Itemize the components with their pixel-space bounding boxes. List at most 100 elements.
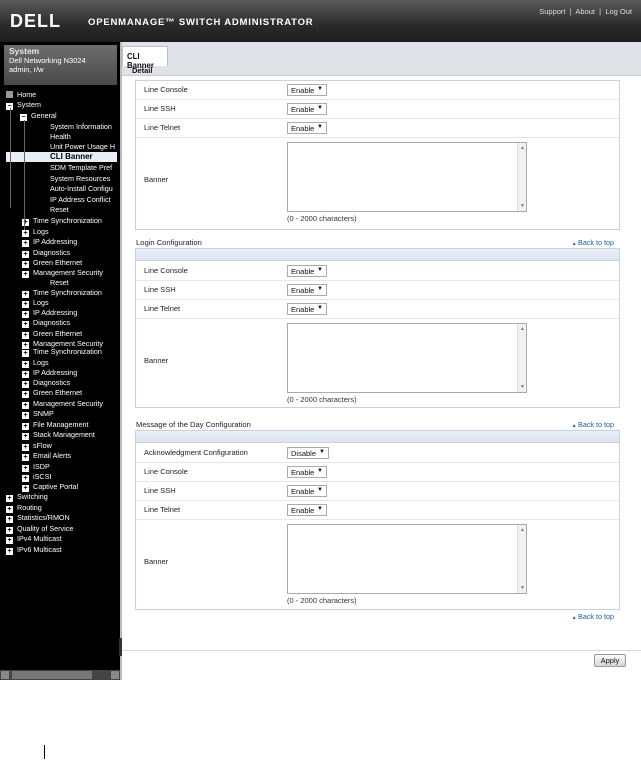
tree-item[interactable]: + IPv4 Multicast: [6, 534, 62, 544]
expand-icon[interactable]: +: [22, 291, 29, 298]
textarea-scrollbar[interactable]: ▲ ▼: [517, 324, 526, 392]
expand-icon[interactable]: +: [22, 412, 29, 419]
scroll-up-icon[interactable]: ▲: [520, 326, 525, 332]
expand-icon[interactable]: +: [22, 433, 29, 440]
tree-item[interactable]: + Time Synchronization: [22, 216, 102, 226]
tree-item[interactable]: + sFlow: [22, 441, 52, 451]
expand-icon[interactable]: +: [6, 537, 13, 544]
mode-select[interactable]: Enable ▼: [287, 84, 327, 96]
banner-textarea[interactable]: ▲ ▼: [287, 524, 527, 594]
tree-item[interactable]: + Green Ethernet: [22, 258, 82, 268]
tree-item[interactable]: + Routing: [6, 503, 42, 513]
tree-item[interactable]: + Diagnostics: [22, 318, 70, 328]
expand-icon[interactable]: +: [22, 301, 29, 308]
scroll-down-icon[interactable]: ▼: [520, 585, 525, 591]
textarea-scrollbar[interactable]: ▲ ▼: [517, 525, 526, 593]
expand-icon[interactable]: +: [6, 527, 13, 534]
back-to-top-link[interactable]: ▲ Back to top: [572, 238, 614, 247]
logout-link[interactable]: Log Out: [605, 7, 632, 16]
mode-select[interactable]: Disable ▼: [287, 447, 329, 459]
tree-item[interactable]: SDM Template Pref: [50, 163, 112, 173]
tree-item[interactable]: + Green Ethernet: [22, 388, 82, 398]
back-to-top-link[interactable]: ▲ Back to top: [572, 420, 614, 429]
tree-item[interactable]: + Management Security: [22, 399, 103, 409]
tree-item[interactable]: + Time Synchronization: [22, 347, 102, 357]
mode-select[interactable]: Enable ▼: [287, 466, 327, 478]
expand-icon[interactable]: +: [22, 391, 29, 398]
scroll-down-icon[interactable]: ▼: [520, 384, 525, 390]
tree-item[interactable]: + iSCSI: [22, 472, 51, 482]
tree-item[interactable]: − System: [6, 100, 41, 110]
tree-item[interactable]: Reset: [50, 278, 69, 288]
scroll-thumb[interactable]: [12, 671, 92, 679]
back-to-top-link[interactable]: ▲ Back to top: [572, 612, 614, 621]
tree-item[interactable]: IP Address Conflict: [50, 195, 111, 205]
expand-icon[interactable]: +: [22, 230, 29, 237]
tree-item[interactable]: CLI Banner: [6, 152, 117, 162]
mode-select[interactable]: Enable ▼: [287, 122, 327, 134]
about-link[interactable]: About: [575, 7, 595, 16]
tree-item[interactable]: Reset: [50, 205, 69, 215]
scroll-down-icon[interactable]: ▼: [520, 203, 525, 209]
expand-icon[interactable]: +: [22, 350, 29, 357]
expand-icon[interactable]: +: [22, 271, 29, 278]
expand-icon[interactable]: +: [22, 485, 29, 492]
tree-item[interactable]: + Logs: [22, 227, 49, 237]
tree-item[interactable]: + Green Ethernet: [22, 329, 82, 339]
tree-item[interactable]: + Email Alerts: [22, 451, 71, 461]
tree-item[interactable]: + Stack Management: [22, 430, 95, 440]
tree-item[interactable]: + IP Addressing: [22, 308, 77, 318]
tree-item[interactable]: + Switching: [6, 492, 48, 502]
expand-icon[interactable]: +: [22, 454, 29, 461]
apply-button[interactable]: Apply: [594, 654, 626, 667]
expand-icon[interactable]: +: [22, 465, 29, 472]
tab-cli-banner[interactable]: CLI Banner: [122, 46, 168, 70]
expand-icon[interactable]: +: [22, 381, 29, 388]
subtab-detail[interactable]: Detail: [132, 66, 152, 75]
tree-item[interactable]: + Diagnostics: [22, 248, 70, 258]
expand-icon[interactable]: +: [22, 261, 29, 268]
banner-textarea[interactable]: ▲ ▼: [287, 142, 527, 212]
mode-select[interactable]: Enable ▼: [287, 284, 327, 296]
tree-item[interactable]: + Quality of Service: [6, 524, 73, 534]
tree-item[interactable]: + Time Synchronization: [22, 288, 102, 298]
scroll-up-icon[interactable]: ▲: [520, 145, 525, 151]
mode-select[interactable]: Enable ▼: [287, 485, 327, 497]
tree-item[interactable]: System Resources: [50, 174, 110, 184]
mode-select[interactable]: Enable ▼: [287, 504, 327, 516]
expand-icon[interactable]: +: [22, 475, 29, 482]
mode-select[interactable]: Enable ▼: [287, 303, 327, 315]
tree-item[interactable]: + IPv6 Multicast: [6, 545, 62, 555]
scroll-right-icon[interactable]: [111, 671, 119, 679]
tree-horizontal-scrollbar[interactable]: [0, 670, 120, 680]
scroll-up-icon[interactable]: ▲: [520, 527, 525, 533]
scroll-left-icon[interactable]: [1, 671, 9, 679]
expand-icon[interactable]: +: [6, 506, 13, 513]
tree-item[interactable]: + Logs: [22, 358, 49, 368]
expand-icon[interactable]: +: [6, 495, 13, 502]
tree-item[interactable]: Health: [50, 132, 71, 142]
tree-item[interactable]: − General: [20, 111, 57, 121]
expand-icon[interactable]: +: [22, 240, 29, 247]
expand-icon[interactable]: +: [22, 423, 29, 430]
tree-item[interactable]: Home: [6, 90, 36, 100]
expand-icon[interactable]: +: [22, 444, 29, 451]
tree-item[interactable]: + Management Security: [22, 268, 103, 278]
expand-icon[interactable]: +: [6, 516, 13, 523]
banner-textarea[interactable]: ▲ ▼: [287, 323, 527, 393]
tree-item[interactable]: + IP Addressing: [22, 368, 77, 378]
tree-item[interactable]: + Statistics/RMON: [6, 513, 70, 523]
tree-item[interactable]: + IP Addressing: [22, 237, 77, 247]
tree-item[interactable]: System Information: [50, 122, 112, 132]
expand-icon[interactable]: +: [22, 251, 29, 258]
expand-icon[interactable]: +: [22, 371, 29, 378]
tree-item[interactable]: Auto-Install Configu: [50, 184, 113, 194]
mode-select[interactable]: Enable ▼: [287, 265, 327, 277]
tree-item[interactable]: + Logs: [22, 298, 49, 308]
tree-item[interactable]: + ISDP: [22, 462, 50, 472]
expand-icon[interactable]: +: [22, 402, 29, 409]
expand-icon[interactable]: +: [22, 361, 29, 368]
expand-icon[interactable]: +: [22, 321, 29, 328]
mode-select[interactable]: Enable ▼: [287, 103, 327, 115]
support-link[interactable]: Support: [539, 7, 565, 16]
